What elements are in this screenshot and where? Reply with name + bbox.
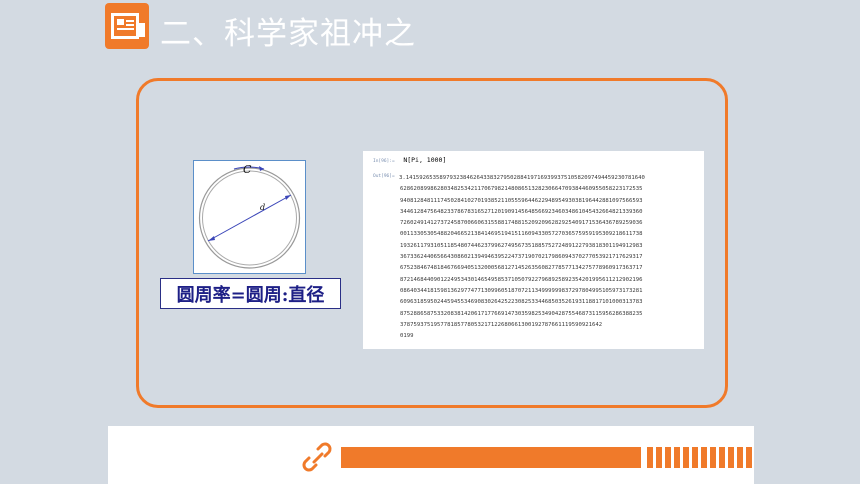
digit-row: 3.14159265358979323846264338327950288419… — [399, 175, 645, 181]
digit-row: 0199 — [400, 333, 414, 340]
digit-row: 6096318595024459455346908302642522308253… — [400, 299, 643, 306]
digit-row: 1932611793105118548074462379962749567351… — [400, 242, 643, 249]
digit-row: 9408128481117450284102701938521105559644… — [400, 197, 643, 204]
digit-row: 3787593751957781857780532171226806613001… — [400, 321, 603, 328]
diameter-label: d — [260, 203, 265, 212]
circumference-label: C — [243, 163, 252, 176]
digit-row: 8721468440901224953430146549585371050792… — [400, 276, 643, 283]
digit-row: 0864034418159813629774771309960518707211… — [400, 287, 643, 294]
digit-row: 6286208998628034825342117067982148086513… — [400, 186, 643, 193]
pi-digits: 3.14159265358979323846264338327950288419… — [399, 173, 700, 342]
circle-figure: C d — [193, 160, 306, 274]
digit-row: 0011330530548820466521384146951941511609… — [400, 231, 643, 238]
footer-stripes — [647, 447, 755, 468]
presentation-icon — [105, 3, 149, 49]
digit-row: 3673362440656643086021394946395224737190… — [400, 254, 643, 261]
input-command: N[Pi, 1000] — [403, 156, 447, 164]
link-icon — [302, 442, 332, 472]
pi-ratio-caption: 圆周率=圆周:直径 — [160, 278, 341, 309]
digit-row: 6752384674818467669405132000568127145263… — [400, 265, 643, 272]
circle-diagram: C d — [198, 163, 301, 269]
input-label: In[96]:= — [373, 159, 395, 164]
digit-row: 7260249141273724587006606315588174881520… — [400, 220, 643, 227]
digit-row: 8752886587533208381420617177669147303598… — [400, 310, 643, 317]
footer-accent-bar — [341, 447, 641, 468]
pi-output-panel: In[96]:= N[Pi, 1000] Out[96]= 3.14159265… — [363, 151, 704, 349]
digit-row: 3446128475648233786783165271201909145648… — [400, 208, 643, 215]
output-label: Out[96]= — [373, 174, 395, 179]
page-title: 二、科学家祖冲之 — [160, 16, 416, 52]
input-line: In[96]:= N[Pi, 1000] — [373, 156, 446, 164]
